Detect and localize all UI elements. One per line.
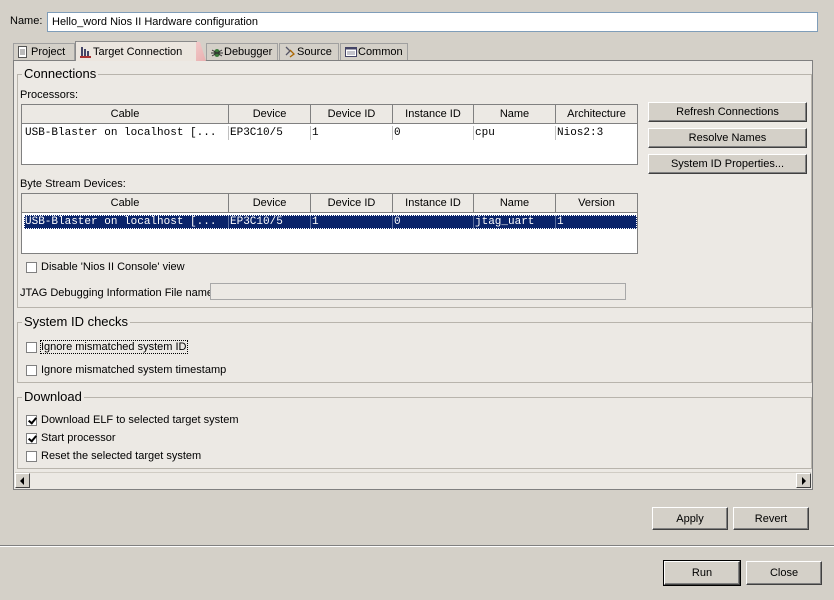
chevron-left-icon <box>20 477 24 485</box>
column-header[interactable]: Instance ID <box>393 105 474 123</box>
table-cell: 1 <box>311 215 393 229</box>
table-cell: jtag_uart <box>474 215 556 229</box>
ignore-system-id-option[interactable]: Ignore mismatched system ID <box>26 340 188 354</box>
column-header[interactable]: Instance ID <box>393 194 474 212</box>
column-header[interactable]: Device <box>229 194 311 212</box>
column-header[interactable]: Device ID <box>311 194 393 212</box>
tab-source[interactable]: Source <box>279 43 339 60</box>
tab-common[interactable]: Common <box>340 43 408 60</box>
start-processor-option[interactable]: Start processor <box>26 432 116 444</box>
tab-debugger[interactable]: Debugger <box>206 43 278 60</box>
table-cell: 0 <box>393 126 474 140</box>
column-header[interactable]: Name <box>474 194 556 212</box>
reset-target-option[interactable]: Reset the selected target system <box>26 450 201 462</box>
processors-label: Processors: <box>20 89 79 101</box>
table-row-selected[interactable]: USB-Blaster on localhost [... EP3C10/5 1… <box>24 215 637 229</box>
ignore-timestamp-option[interactable]: Ignore mismatched system timestamp <box>26 364 226 376</box>
resolve-names-button[interactable]: Resolve Names <box>648 128 807 148</box>
column-header[interactable]: Cable <box>22 105 229 123</box>
download-title: Download <box>22 389 84 404</box>
column-header[interactable]: Device <box>229 105 311 123</box>
refresh-connections-button[interactable]: Refresh Connections <box>648 102 807 122</box>
table-cell: 0 <box>393 215 474 229</box>
column-header[interactable]: Device ID <box>311 105 393 123</box>
run-button[interactable]: Run <box>663 560 741 586</box>
table-cell: Nios2:3 <box>557 127 604 139</box>
column-header[interactable]: Cable <box>22 194 229 212</box>
download-elf-checkbox[interactable] <box>26 414 37 426</box>
tab-source-label: Source <box>297 46 332 58</box>
page-icon <box>18 46 28 58</box>
tab-target-connection[interactable]: Target Connection <box>75 41 197 61</box>
horizontal-scrollbar[interactable] <box>15 472 811 489</box>
footer-divider <box>0 545 834 547</box>
revert-button[interactable]: Revert <box>733 507 809 530</box>
chevron-right-icon <box>802 477 806 485</box>
byte-stream-table[interactable]: Cable Device Device ID Instance ID Name … <box>21 193 638 254</box>
column-header[interactable]: Architecture <box>556 105 637 123</box>
system-id-title: System ID checks <box>22 314 131 329</box>
download-elf-label: Download ELF to selected target system <box>41 414 239 426</box>
ignore-timestamp-label: Ignore mismatched system timestamp <box>41 364 227 376</box>
byte-stream-table-header: Cable Device Device ID Instance ID Name … <box>22 194 637 213</box>
scroll-right-button[interactable] <box>796 473 811 488</box>
tab-project-label: Project <box>31 46 66 58</box>
reset-target-label: Reset the selected target system <box>41 450 202 462</box>
ignore-timestamp-checkbox[interactable] <box>26 364 37 376</box>
disable-console-label: Disable 'Nios II Console' view <box>41 261 185 273</box>
reset-target-checkbox[interactable] <box>26 450 37 462</box>
column-header[interactable]: Version <box>556 194 637 212</box>
start-processor-checkbox[interactable] <box>26 432 37 444</box>
table-cell: USB-Blaster on localhost [... <box>24 126 229 140</box>
common-icon <box>345 46 357 58</box>
connections-title: Connections <box>22 66 99 81</box>
bug-icon <box>211 46 223 58</box>
table-cell: USB-Blaster on localhost [... <box>24 215 229 229</box>
system-id-properties-button[interactable]: System ID Properties... <box>648 154 807 174</box>
disable-console-checkbox[interactable] <box>26 261 37 273</box>
table-cell: 1 <box>311 126 393 140</box>
table-cell: EP3C10/5 <box>229 215 311 229</box>
target-connection-icon <box>80 46 91 58</box>
disable-console-option[interactable]: Disable 'Nios II Console' view <box>26 261 185 273</box>
scroll-left-button[interactable] <box>15 473 30 488</box>
processors-table[interactable]: Cable Device Device ID Instance ID Name … <box>21 104 638 165</box>
table-cell: cpu <box>474 126 556 140</box>
configuration-name-input[interactable]: Hello_word Nios II Hardware configuratio… <box>47 12 818 32</box>
apply-button[interactable]: Apply <box>652 507 728 530</box>
table-cell: 1 <box>557 216 564 228</box>
jtag-file-label: JTAG Debugging Information File name: <box>20 287 217 299</box>
name-label: Name: <box>10 15 43 27</box>
table-cell: EP3C10/5 <box>229 126 311 140</box>
tab-target-connection-label: Target Connection <box>93 45 183 58</box>
byte-stream-label: Byte Stream Devices: <box>20 178 126 190</box>
jtag-file-input[interactable] <box>210 283 626 300</box>
column-header[interactable]: Name <box>474 105 556 123</box>
source-icon <box>284 46 295 58</box>
close-button[interactable]: Close <box>746 561 822 585</box>
table-row[interactable]: USB-Blaster on localhost [... EP3C10/5 1… <box>24 126 637 140</box>
tab-debugger-label: Debugger <box>224 46 273 58</box>
ignore-system-id-label: Ignore mismatched system ID <box>40 340 188 354</box>
tab-project[interactable]: Project <box>13 43 75 60</box>
download-elf-option[interactable]: Download ELF to selected target system <box>26 414 238 426</box>
processors-table-header: Cable Device Device ID Instance ID Name … <box>22 105 637 124</box>
ignore-system-id-checkbox[interactable] <box>26 341 37 353</box>
tab-common-label: Common <box>358 46 403 58</box>
start-processor-label: Start processor <box>41 432 116 444</box>
